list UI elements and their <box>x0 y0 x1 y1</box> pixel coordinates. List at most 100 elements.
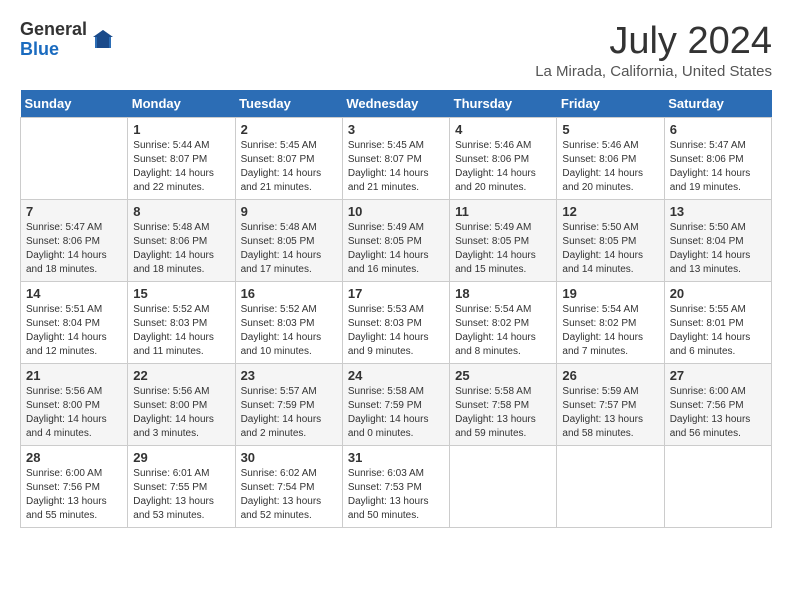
day-number: 30 <box>241 450 337 465</box>
calendar-day-cell: 18Sunrise: 5:54 AMSunset: 8:02 PMDayligh… <box>450 282 557 364</box>
day-number: 11 <box>455 204 551 219</box>
day-number: 7 <box>26 204 122 219</box>
calendar-week: 7 Sunrise: 5:47 AMSunset: 8:06 PMDaylight… <box>21 200 772 282</box>
day-info: Sunrise: 5:47 AMSunset: 8:06 PMDaylight:… <box>26 221 122 277</box>
day-number: 22 <box>133 368 229 383</box>
day-info: Sunrise: 6:00 AMSunset: 7:56 PMDaylight:… <box>26 467 122 523</box>
logo-blue: Blue <box>20 40 87 60</box>
day-number: 5 <box>562 122 658 137</box>
day-number: 29 <box>133 450 229 465</box>
calendar-week: 1Sunrise: 5:44 AMSunset: 8:07 PMDaylight… <box>21 118 772 200</box>
day-number: 23 <box>241 368 337 383</box>
calendar-day-cell: 6 Sunrise: 5:47 AMSunset: 8:06 PMDaylight… <box>664 118 771 200</box>
day-info: Sunrise: 5:57 AMSunset: 7:59 PMDaylight:… <box>241 385 337 441</box>
logo-icon <box>91 28 115 52</box>
header-row: SundayMondayTuesdayWednesdayThursdayFrid… <box>21 90 772 118</box>
day-number: 12 <box>562 204 658 219</box>
day-info: Sunrise: 5:50 AMSunset: 8:04 PMDaylight:… <box>670 221 766 277</box>
logo-general: General <box>20 20 87 40</box>
calendar-day-cell: 7 Sunrise: 5:47 AMSunset: 8:06 PMDaylight… <box>21 200 128 282</box>
day-info: Sunrise: 6:03 AMSunset: 7:53 PMDaylight:… <box>348 467 444 523</box>
day-number: 10 <box>348 204 444 219</box>
day-info: Sunrise: 6:01 AMSunset: 7:55 PMDaylight:… <box>133 467 229 523</box>
day-info: Sunrise: 5:45 AMSunset: 8:07 PMDaylight:… <box>348 139 444 195</box>
day-info: Sunrise: 5:49 AMSunset: 8:05 PMDaylight:… <box>348 221 444 277</box>
day-number: 27 <box>670 368 766 383</box>
calendar-week: 21Sunrise: 5:56 AMSunset: 8:00 PMDayligh… <box>21 364 772 446</box>
day-number: 13 <box>670 204 766 219</box>
calendar-day-cell: 1Sunrise: 5:44 AMSunset: 8:07 PMDaylight… <box>128 118 235 200</box>
day-number: 14 <box>26 286 122 301</box>
calendar-day-cell: 19Sunrise: 5:54 AMSunset: 8:02 PMDayligh… <box>557 282 664 364</box>
calendar-title: July 2024 <box>535 20 772 63</box>
day-info: Sunrise: 5:47 AMSunset: 8:06 PMDaylight:… <box>670 139 766 195</box>
day-number: 8 <box>133 204 229 219</box>
calendar-day-cell: 21Sunrise: 5:56 AMSunset: 8:00 PMDayligh… <box>21 364 128 446</box>
calendar-day-cell: 15 Sunrise: 5:52 AMSunset: 8:03 PMDayligh… <box>128 282 235 364</box>
day-info: Sunrise: 5:53 AMSunset: 8:03 PMDaylight:… <box>348 303 444 359</box>
day-number: 26 <box>562 368 658 383</box>
calendar-day-cell: 25 Sunrise: 5:58 AMSunset: 7:58 PMDayligh… <box>450 364 557 446</box>
day-info: Sunrise: 5:59 AMSunset: 7:57 PMDaylight:… <box>562 385 658 441</box>
day-info: Sunrise: 5:45 AMSunset: 8:07 PMDaylight:… <box>241 139 337 195</box>
day-info: Sunrise: 5:52 AMSunset: 8:03 PMDaylight:… <box>133 303 229 359</box>
calendar-day-cell: 8 Sunrise: 5:48 AMSunset: 8:06 PMDaylight… <box>128 200 235 282</box>
calendar-day-cell <box>450 446 557 528</box>
calendar-day-cell: 26 Sunrise: 5:59 AMSunset: 7:57 PMDayligh… <box>557 364 664 446</box>
day-info: Sunrise: 6:02 AMSunset: 7:54 PMDaylight:… <box>241 467 337 523</box>
day-info: Sunrise: 5:54 AMSunset: 8:02 PMDaylight:… <box>455 303 551 359</box>
day-number: 9 <box>241 204 337 219</box>
header-day: Tuesday <box>235 90 342 118</box>
day-info: Sunrise: 5:55 AMSunset: 8:01 PMDaylight:… <box>670 303 766 359</box>
day-number: 20 <box>670 286 766 301</box>
day-number: 16 <box>241 286 337 301</box>
day-number: 1 <box>133 122 229 137</box>
calendar-day-cell: 31 Sunrise: 6:03 AMSunset: 7:53 PMDayligh… <box>342 446 449 528</box>
header-day: Friday <box>557 90 664 118</box>
calendar-subtitle: La Mirada, California, United States <box>535 63 772 80</box>
calendar-day-cell: 16 Sunrise: 5:52 AMSunset: 8:03 PMDayligh… <box>235 282 342 364</box>
calendar-day-cell: 27Sunrise: 6:00 AMSunset: 7:56 PMDayligh… <box>664 364 771 446</box>
calendar-day-cell: 17 Sunrise: 5:53 AMSunset: 8:03 PMDayligh… <box>342 282 449 364</box>
day-number: 17 <box>348 286 444 301</box>
calendar-header: SundayMondayTuesdayWednesdayThursdayFrid… <box>21 90 772 118</box>
calendar-day-cell: 12 Sunrise: 5:50 AMSunset: 8:05 PMDayligh… <box>557 200 664 282</box>
calendar-day-cell <box>557 446 664 528</box>
day-info: Sunrise: 5:50 AMSunset: 8:05 PMDaylight:… <box>562 221 658 277</box>
calendar-day-cell: 24Sunrise: 5:58 AMSunset: 7:59 PMDayligh… <box>342 364 449 446</box>
day-number: 2 <box>241 122 337 137</box>
day-info: Sunrise: 5:58 AMSunset: 7:58 PMDaylight:… <box>455 385 551 441</box>
header-day: Monday <box>128 90 235 118</box>
day-number: 25 <box>455 368 551 383</box>
day-number: 15 <box>133 286 229 301</box>
day-info: Sunrise: 5:48 AMSunset: 8:06 PMDaylight:… <box>133 221 229 277</box>
calendar-week: 14 Sunrise: 5:51 AMSunset: 8:04 PMDayligh… <box>21 282 772 364</box>
calendar-day-cell: 23 Sunrise: 5:57 AMSunset: 7:59 PMDayligh… <box>235 364 342 446</box>
day-number: 19 <box>562 286 658 301</box>
calendar-day-cell: 10 Sunrise: 5:49 AMSunset: 8:05 PMDayligh… <box>342 200 449 282</box>
calendar-day-cell: 28Sunrise: 6:00 AMSunset: 7:56 PMDayligh… <box>21 446 128 528</box>
day-info: Sunrise: 5:51 AMSunset: 8:04 PMDaylight:… <box>26 303 122 359</box>
title-block: July 2024 La Mirada, California, United … <box>535 20 772 80</box>
day-number: 31 <box>348 450 444 465</box>
header-day: Thursday <box>450 90 557 118</box>
calendar-day-cell: 11Sunrise: 5:49 AMSunset: 8:05 PMDayligh… <box>450 200 557 282</box>
day-info: Sunrise: 5:56 AMSunset: 8:00 PMDaylight:… <box>133 385 229 441</box>
calendar-day-cell <box>664 446 771 528</box>
header-day: Saturday <box>664 90 771 118</box>
calendar-day-cell <box>21 118 128 200</box>
calendar-day-cell: 14 Sunrise: 5:51 AMSunset: 8:04 PMDayligh… <box>21 282 128 364</box>
day-info: Sunrise: 5:48 AMSunset: 8:05 PMDaylight:… <box>241 221 337 277</box>
day-info: Sunrise: 5:56 AMSunset: 8:00 PMDaylight:… <box>26 385 122 441</box>
calendar-day-cell: 30 Sunrise: 6:02 AMSunset: 7:54 PMDayligh… <box>235 446 342 528</box>
page-header: General Blue July 2024 La Mirada, Califo… <box>20 20 772 80</box>
calendar-table: SundayMondayTuesdayWednesdayThursdayFrid… <box>20 90 772 528</box>
day-number: 3 <box>348 122 444 137</box>
day-info: Sunrise: 5:52 AMSunset: 8:03 PMDaylight:… <box>241 303 337 359</box>
calendar-day-cell: 5Sunrise: 5:46 AMSunset: 8:06 PMDaylight… <box>557 118 664 200</box>
calendar-day-cell: 29 Sunrise: 6:01 AMSunset: 7:55 PMDayligh… <box>128 446 235 528</box>
header-day: Wednesday <box>342 90 449 118</box>
calendar-day-cell: 20 Sunrise: 5:55 AMSunset: 8:01 PMDayligh… <box>664 282 771 364</box>
day-number: 6 <box>670 122 766 137</box>
calendar-week: 28Sunrise: 6:00 AMSunset: 7:56 PMDayligh… <box>21 446 772 528</box>
